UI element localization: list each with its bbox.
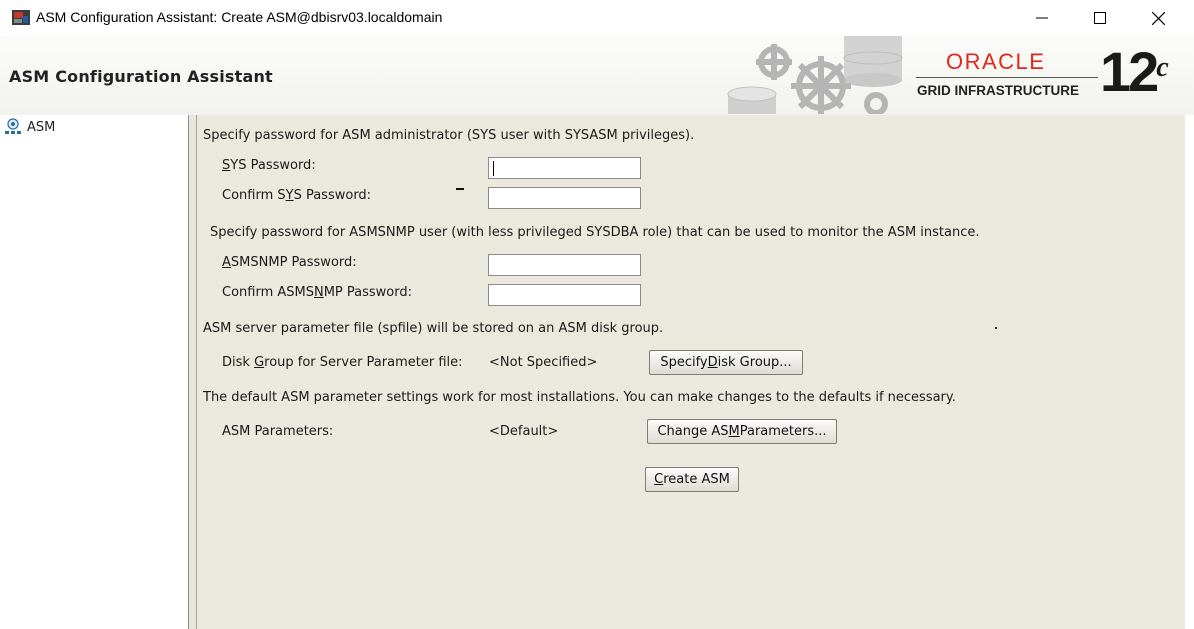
grid-infrastructure-label: GRID INFRASTRUCTURE [917,83,1079,98]
asm-instance-icon [5,118,21,134]
disk-group-label: Disk Group for Server Parameter file: [222,355,463,370]
confirm-sys-password-field[interactable] [488,187,641,209]
sys-password-input[interactable] [489,158,640,178]
stray-dot [995,327,997,329]
sys-password-label: SYS Password: [222,158,316,173]
gears-database-graphic [727,36,903,114]
confirm-asmsnmp-password-field[interactable] [488,284,641,306]
asmsnmp-password-input[interactable] [489,255,640,275]
specify-disk-group-button[interactable]: Specify Disk Group... [649,350,803,375]
disk-group-value: <Not Specified> [489,355,598,370]
oracle-wordmark: ORACLE [946,49,1046,74]
confirm-asmsnmp-password-label: Confirm ASMSNMP Password: [222,285,413,300]
logo-divider [916,77,1098,78]
spfile-section-text: ASM server parameter file (spfile) will … [203,321,664,336]
header-banner: ASM Configuration Assistant ORACLE GRID [0,36,1194,116]
panel-splitter[interactable] [189,115,197,629]
close-button[interactable] [1129,0,1187,36]
tree-item-label: ASM [27,119,56,135]
sys-password-field[interactable] [488,157,641,179]
tree-item-asm[interactable]: ASM [4,118,55,136]
asmsnmp-password-field[interactable] [488,254,641,276]
maximize-button[interactable] [1071,0,1129,36]
app-icon [12,10,30,25]
version-label: 12c [1100,40,1169,103]
window-title: ASM Configuration Assistant: Create ASM@… [36,9,443,25]
text-cursor [493,161,494,176]
window-right-edge [1185,115,1194,629]
create-asm-button[interactable]: Create ASM [645,467,739,492]
page-title: ASM Configuration Assistant [9,67,273,86]
sys-section-text: Specify password for ASM administrator (… [203,128,695,143]
navigation-tree[interactable]: ASM [0,115,189,629]
snmp-section-text: Specify password for ASMSNMP user (with … [210,225,980,240]
cursor-artifact [456,188,464,190]
window-titlebar[interactable]: ASM Configuration Assistant: Create ASM@… [0,0,1194,36]
minimize-button[interactable] [1013,0,1071,36]
oracle-logo: ORACLE GRID INFRASTRUCTURE 12c [914,42,1184,108]
asmsnmp-password-label: ASMSNMP Password: [222,255,357,270]
confirm-sys-password-input[interactable] [489,188,640,208]
confirm-sys-password-label: Confirm SYS Password: [222,188,372,203]
confirm-asmsnmp-password-input[interactable] [489,285,640,305]
asm-parameters-label: ASM Parameters: [222,424,334,439]
main-content: Specify password for ASM administrator (… [197,115,1185,629]
params-section-text: The default ASM parameter settings work … [203,390,956,405]
close-icon [1151,11,1165,25]
asm-parameters-value: <Default> [489,424,559,439]
change-asm-parameters-button[interactable]: Change AS M Parameters... [647,419,837,444]
minimize-icon [1036,17,1048,19]
maximize-icon [1094,12,1106,24]
